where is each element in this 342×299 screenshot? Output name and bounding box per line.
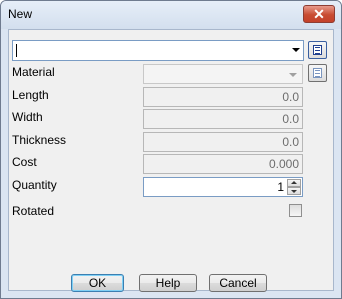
list-icon [313, 45, 322, 55]
spin-up-icon [291, 181, 297, 184]
name-combo[interactable] [12, 40, 304, 61]
ok-button[interactable]: OK [71, 274, 124, 292]
material-label: Material [12, 65, 55, 79]
dialog-window: New ✕ Material Length 0.0 Width 0.0 Thic… [0, 0, 342, 299]
cost-label: Cost [12, 155, 37, 169]
name-list-button[interactable] [308, 41, 327, 59]
spin-down-icon [291, 190, 297, 193]
text-caret [16, 44, 17, 57]
material-list-button[interactable] [308, 64, 327, 82]
width-label: Width [12, 110, 43, 124]
spin-up-button[interactable] [287, 179, 301, 187]
thickness-field[interactable]: 0.0 [143, 132, 303, 152]
quantity-label: Quantity [12, 178, 57, 192]
length-field[interactable]: 0.0 [143, 87, 303, 107]
material-combo[interactable] [143, 64, 303, 84]
cancel-button[interactable]: Cancel [209, 274, 267, 292]
list-icon [313, 68, 322, 78]
spin-down-button[interactable] [287, 187, 301, 195]
thickness-label: Thickness [12, 133, 67, 147]
quantity-stepper[interactable]: 1 [143, 177, 303, 197]
close-button[interactable]: ✕ [303, 5, 335, 23]
window-title: New [8, 7, 33, 21]
dropdown-arrow-icon[interactable] [289, 73, 297, 77]
help-button[interactable]: Help [139, 274, 197, 292]
quantity-value: 1 [277, 180, 284, 194]
dropdown-arrow-icon[interactable] [292, 48, 300, 52]
title-bar: New ✕ [1, 1, 341, 29]
rotated-checkbox[interactable] [289, 204, 302, 217]
rotated-label: Rotated [12, 204, 55, 218]
close-icon: ✕ [313, 6, 325, 22]
width-field[interactable]: 0.0 [143, 109, 303, 129]
length-label: Length [12, 88, 49, 102]
cost-field[interactable]: 0.000 [143, 154, 303, 174]
dialog-body: Material Length 0.0 Width 0.0 Thickness … [8, 29, 334, 292]
